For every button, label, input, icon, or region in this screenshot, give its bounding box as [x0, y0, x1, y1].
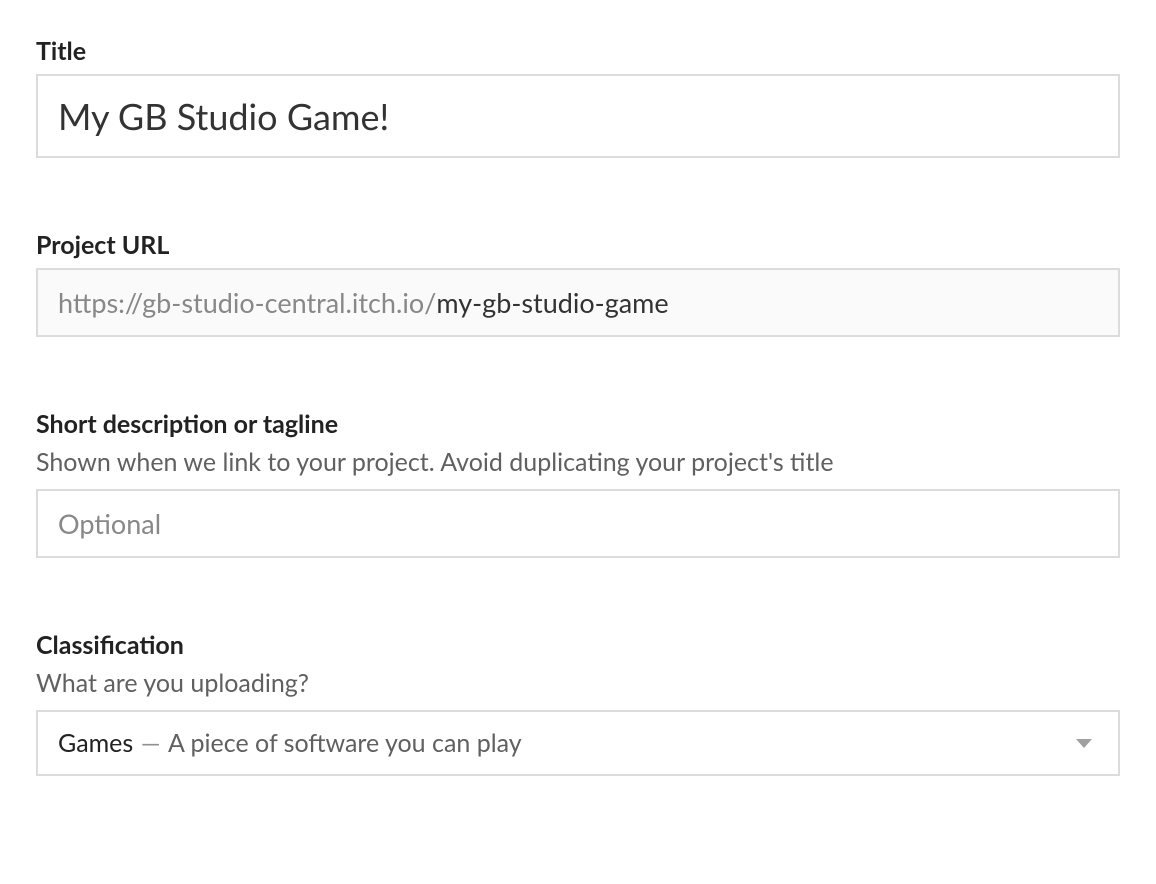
- project-url-prefix: https://gb-studio-central.itch.io/: [58, 286, 436, 319]
- title-input[interactable]: [36, 74, 1120, 158]
- short-description-label: Short description or tagline: [36, 409, 1120, 439]
- project-url-label: Project URL: [36, 230, 1120, 260]
- classification-label: Classification: [36, 630, 1120, 660]
- title-label: Title: [36, 36, 1120, 66]
- classification-field-group: Classification What are you uploading? G…: [36, 630, 1120, 776]
- project-url-input-wrap[interactable]: https://gb-studio-central.itch.io/: [36, 268, 1120, 337]
- classification-sublabel: What are you uploading?: [36, 668, 1120, 698]
- short-description-sublabel: Shown when we link to your project. Avoi…: [36, 447, 1120, 477]
- short-description-field-group: Short description or tagline Shown when …: [36, 409, 1120, 558]
- short-description-input[interactable]: [36, 489, 1120, 558]
- classification-select[interactable]: Games — A piece of software you can play: [36, 710, 1120, 776]
- chevron-down-icon: [1076, 739, 1092, 748]
- classification-selected-primary: Games: [58, 728, 133, 758]
- project-url-slug-input[interactable]: [436, 286, 1098, 319]
- classification-selected-desc: A piece of software you can play: [168, 728, 522, 758]
- project-url-field-group: Project URL https://gb-studio-central.it…: [36, 230, 1120, 337]
- title-field-group: Title: [36, 36, 1120, 158]
- classification-select-text: Games — A piece of software you can play: [58, 728, 522, 758]
- classification-selected-separator: —: [141, 728, 161, 758]
